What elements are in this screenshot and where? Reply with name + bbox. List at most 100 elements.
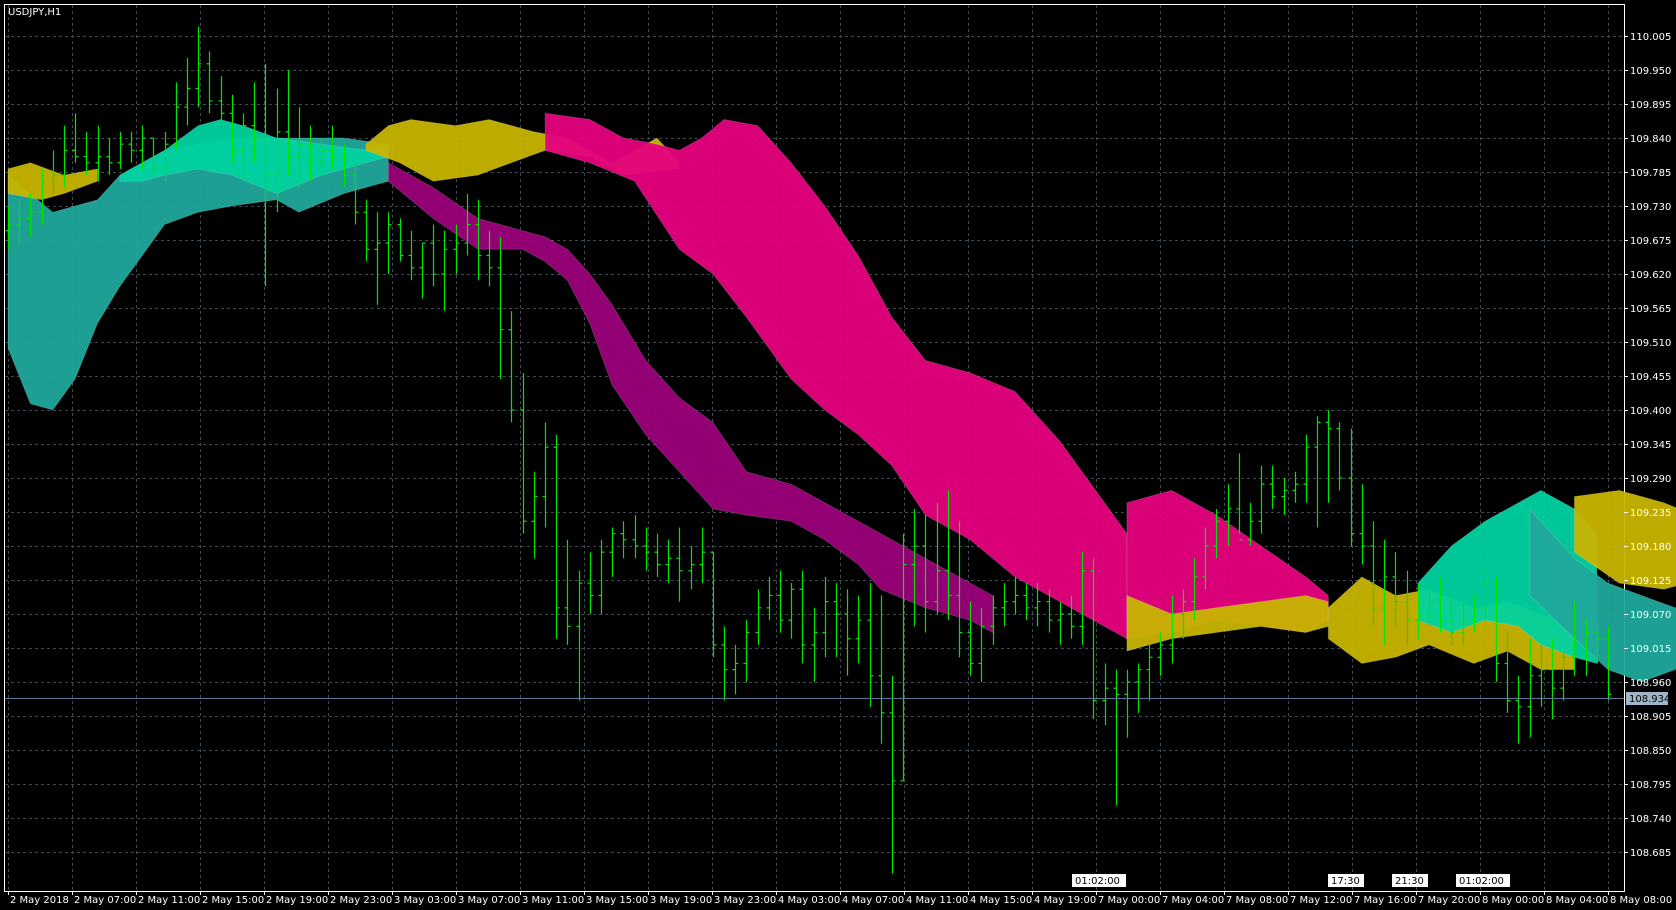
x-tick-label: 3 May 07:00 xyxy=(458,895,520,906)
ohlc-bar xyxy=(799,570,806,664)
ohlc-bar xyxy=(531,471,538,559)
current-price-label: 108.934 xyxy=(1629,694,1670,705)
ohlc-bar xyxy=(755,589,762,645)
ohlc-bar xyxy=(1281,478,1288,516)
x-tick-label: 7 May 04:00 xyxy=(1162,895,1224,906)
y-tick-label: 109.070 xyxy=(1630,610,1671,621)
x-tick-label: 3 May 03:00 xyxy=(394,895,456,906)
ohlc-bar xyxy=(732,644,739,695)
x-tick-label: 7 May 00:00 xyxy=(1098,895,1160,906)
price-chart[interactable]: 110.005 109.950 109.895 109.840 109.785 109.7… xyxy=(0,0,1676,910)
ohlc-bar xyxy=(1135,663,1142,713)
ohlc-bar xyxy=(1325,410,1332,503)
ohlc-bar xyxy=(1057,601,1064,645)
y-tick-label: 109.895 xyxy=(1630,100,1671,111)
ohlc-bar xyxy=(710,551,717,658)
ohlc-bar xyxy=(878,595,885,744)
ohlc-bar xyxy=(867,583,874,707)
event-markers: 01:02:00 17:30 21:30 01:02:00 xyxy=(1072,874,1510,887)
y-tick-label: 109.950 xyxy=(1630,66,1671,77)
ohlc-bar xyxy=(721,626,728,701)
ohlc-bar xyxy=(844,589,851,676)
price-axis: 110.005 109.950 109.895 109.840 109.785 109.7… xyxy=(1624,32,1671,859)
y-tick-label: 108.685 xyxy=(1630,848,1671,859)
ohlc-bar xyxy=(1113,669,1120,806)
ohlc-bar xyxy=(1336,422,1343,491)
x-tick-label: 2 May 15:00 xyxy=(202,895,264,906)
ohlc-bar xyxy=(1247,502,1254,546)
y-tick-label: 109.675 xyxy=(1630,236,1671,247)
ohlc-bar xyxy=(542,422,549,528)
y-tick-label: 109.565 xyxy=(1630,304,1671,315)
x-tick-label: 7 May 12:00 xyxy=(1290,895,1352,906)
ohlc-bar xyxy=(1236,453,1243,541)
x-tick-label: 7 May 16:00 xyxy=(1354,895,1416,906)
ohlc-bar xyxy=(419,242,426,299)
ohlc-bar xyxy=(654,533,661,577)
current-price-tag: 108.934 xyxy=(1626,692,1670,705)
ohlc-bar xyxy=(1146,644,1153,701)
x-tick-label: 8 May 00:00 xyxy=(1482,895,1544,906)
event-label: 17:30 xyxy=(1331,876,1360,887)
ohlc-bar xyxy=(553,434,560,639)
y-tick-label: 108.795 xyxy=(1630,780,1671,791)
symbol-title: USDJPY,H1 xyxy=(8,7,61,18)
ohlc-bar xyxy=(1023,583,1030,621)
x-tick-label: 2 May 07:00 xyxy=(74,895,136,906)
x-tick-label: 8 May 08:00 xyxy=(1610,895,1672,906)
x-tick-label: 4 May 19:00 xyxy=(1034,895,1096,906)
ohlc-bar xyxy=(833,583,840,658)
ohlc-bar xyxy=(699,527,706,584)
ohlc-bar xyxy=(822,576,829,658)
y-tick-label: 109.510 xyxy=(1630,338,1671,349)
ohlc-bar xyxy=(811,607,818,682)
ohlc-bar xyxy=(1001,583,1008,627)
ohlc-bar xyxy=(520,372,527,534)
ohlc-bar xyxy=(766,576,773,621)
ichimoku-cloud xyxy=(7,112,1676,683)
y-tick-label: 109.785 xyxy=(1630,168,1671,179)
ohlc-bar xyxy=(218,76,225,126)
ohlc-bar xyxy=(374,212,381,305)
y-tick-label: 108.905 xyxy=(1630,712,1671,723)
x-tick-label: 2 May 23:00 xyxy=(330,895,392,906)
time-axis: 2 May 2018 2 May 07:00 2 May 11:00 2 May 15… xyxy=(8,891,1672,906)
ohlc-bar xyxy=(855,595,862,664)
ohlc-bar xyxy=(117,131,124,169)
ohlc-bar xyxy=(1012,576,1019,614)
ohlc-bar xyxy=(408,230,415,281)
y-tick-label: 108.850 xyxy=(1630,746,1671,757)
y-tick-label: 109.125 xyxy=(1630,576,1671,587)
y-tick-label: 109.400 xyxy=(1630,406,1671,417)
x-tick-label: 4 May 03:00 xyxy=(778,895,840,906)
event-label: 21:30 xyxy=(1395,876,1424,887)
ohlc-bar xyxy=(1269,465,1276,509)
ohlc-bar xyxy=(587,552,594,614)
ohlc-bar xyxy=(632,515,639,559)
ohlc-bar xyxy=(1515,675,1522,744)
ohlc-bar xyxy=(609,527,616,577)
ohlc-bar xyxy=(564,539,571,645)
y-tick-label: 109.180 xyxy=(1630,542,1671,553)
ohlc-bar xyxy=(1124,669,1131,738)
ohlc-bar xyxy=(363,199,370,262)
y-tick-label: 109.290 xyxy=(1630,474,1671,485)
ohlc-bar xyxy=(777,570,784,633)
ohlc-bar xyxy=(106,138,113,176)
y-tick-label: 109.620 xyxy=(1630,270,1671,281)
y-tick-label: 110.005 xyxy=(1630,32,1671,43)
ohlc-bar xyxy=(620,521,627,559)
ohlc-bar xyxy=(576,570,583,701)
ohlc-bar xyxy=(1359,484,1366,565)
event-label: 01:02:00 xyxy=(1075,876,1120,887)
ohlc-bar xyxy=(889,675,896,874)
ohlc-bar xyxy=(598,539,605,614)
ohlc-bar xyxy=(1292,471,1299,503)
x-tick-label: 3 May 11:00 xyxy=(522,895,584,906)
x-tick-label: 4 May 11:00 xyxy=(906,895,968,906)
y-tick-label: 109.840 xyxy=(1630,134,1671,145)
ohlc-bar xyxy=(743,620,750,682)
x-tick-label: 7 May 20:00 xyxy=(1418,895,1480,906)
x-tick-label: 4 May 07:00 xyxy=(842,895,904,906)
y-tick-label: 109.455 xyxy=(1630,372,1671,383)
